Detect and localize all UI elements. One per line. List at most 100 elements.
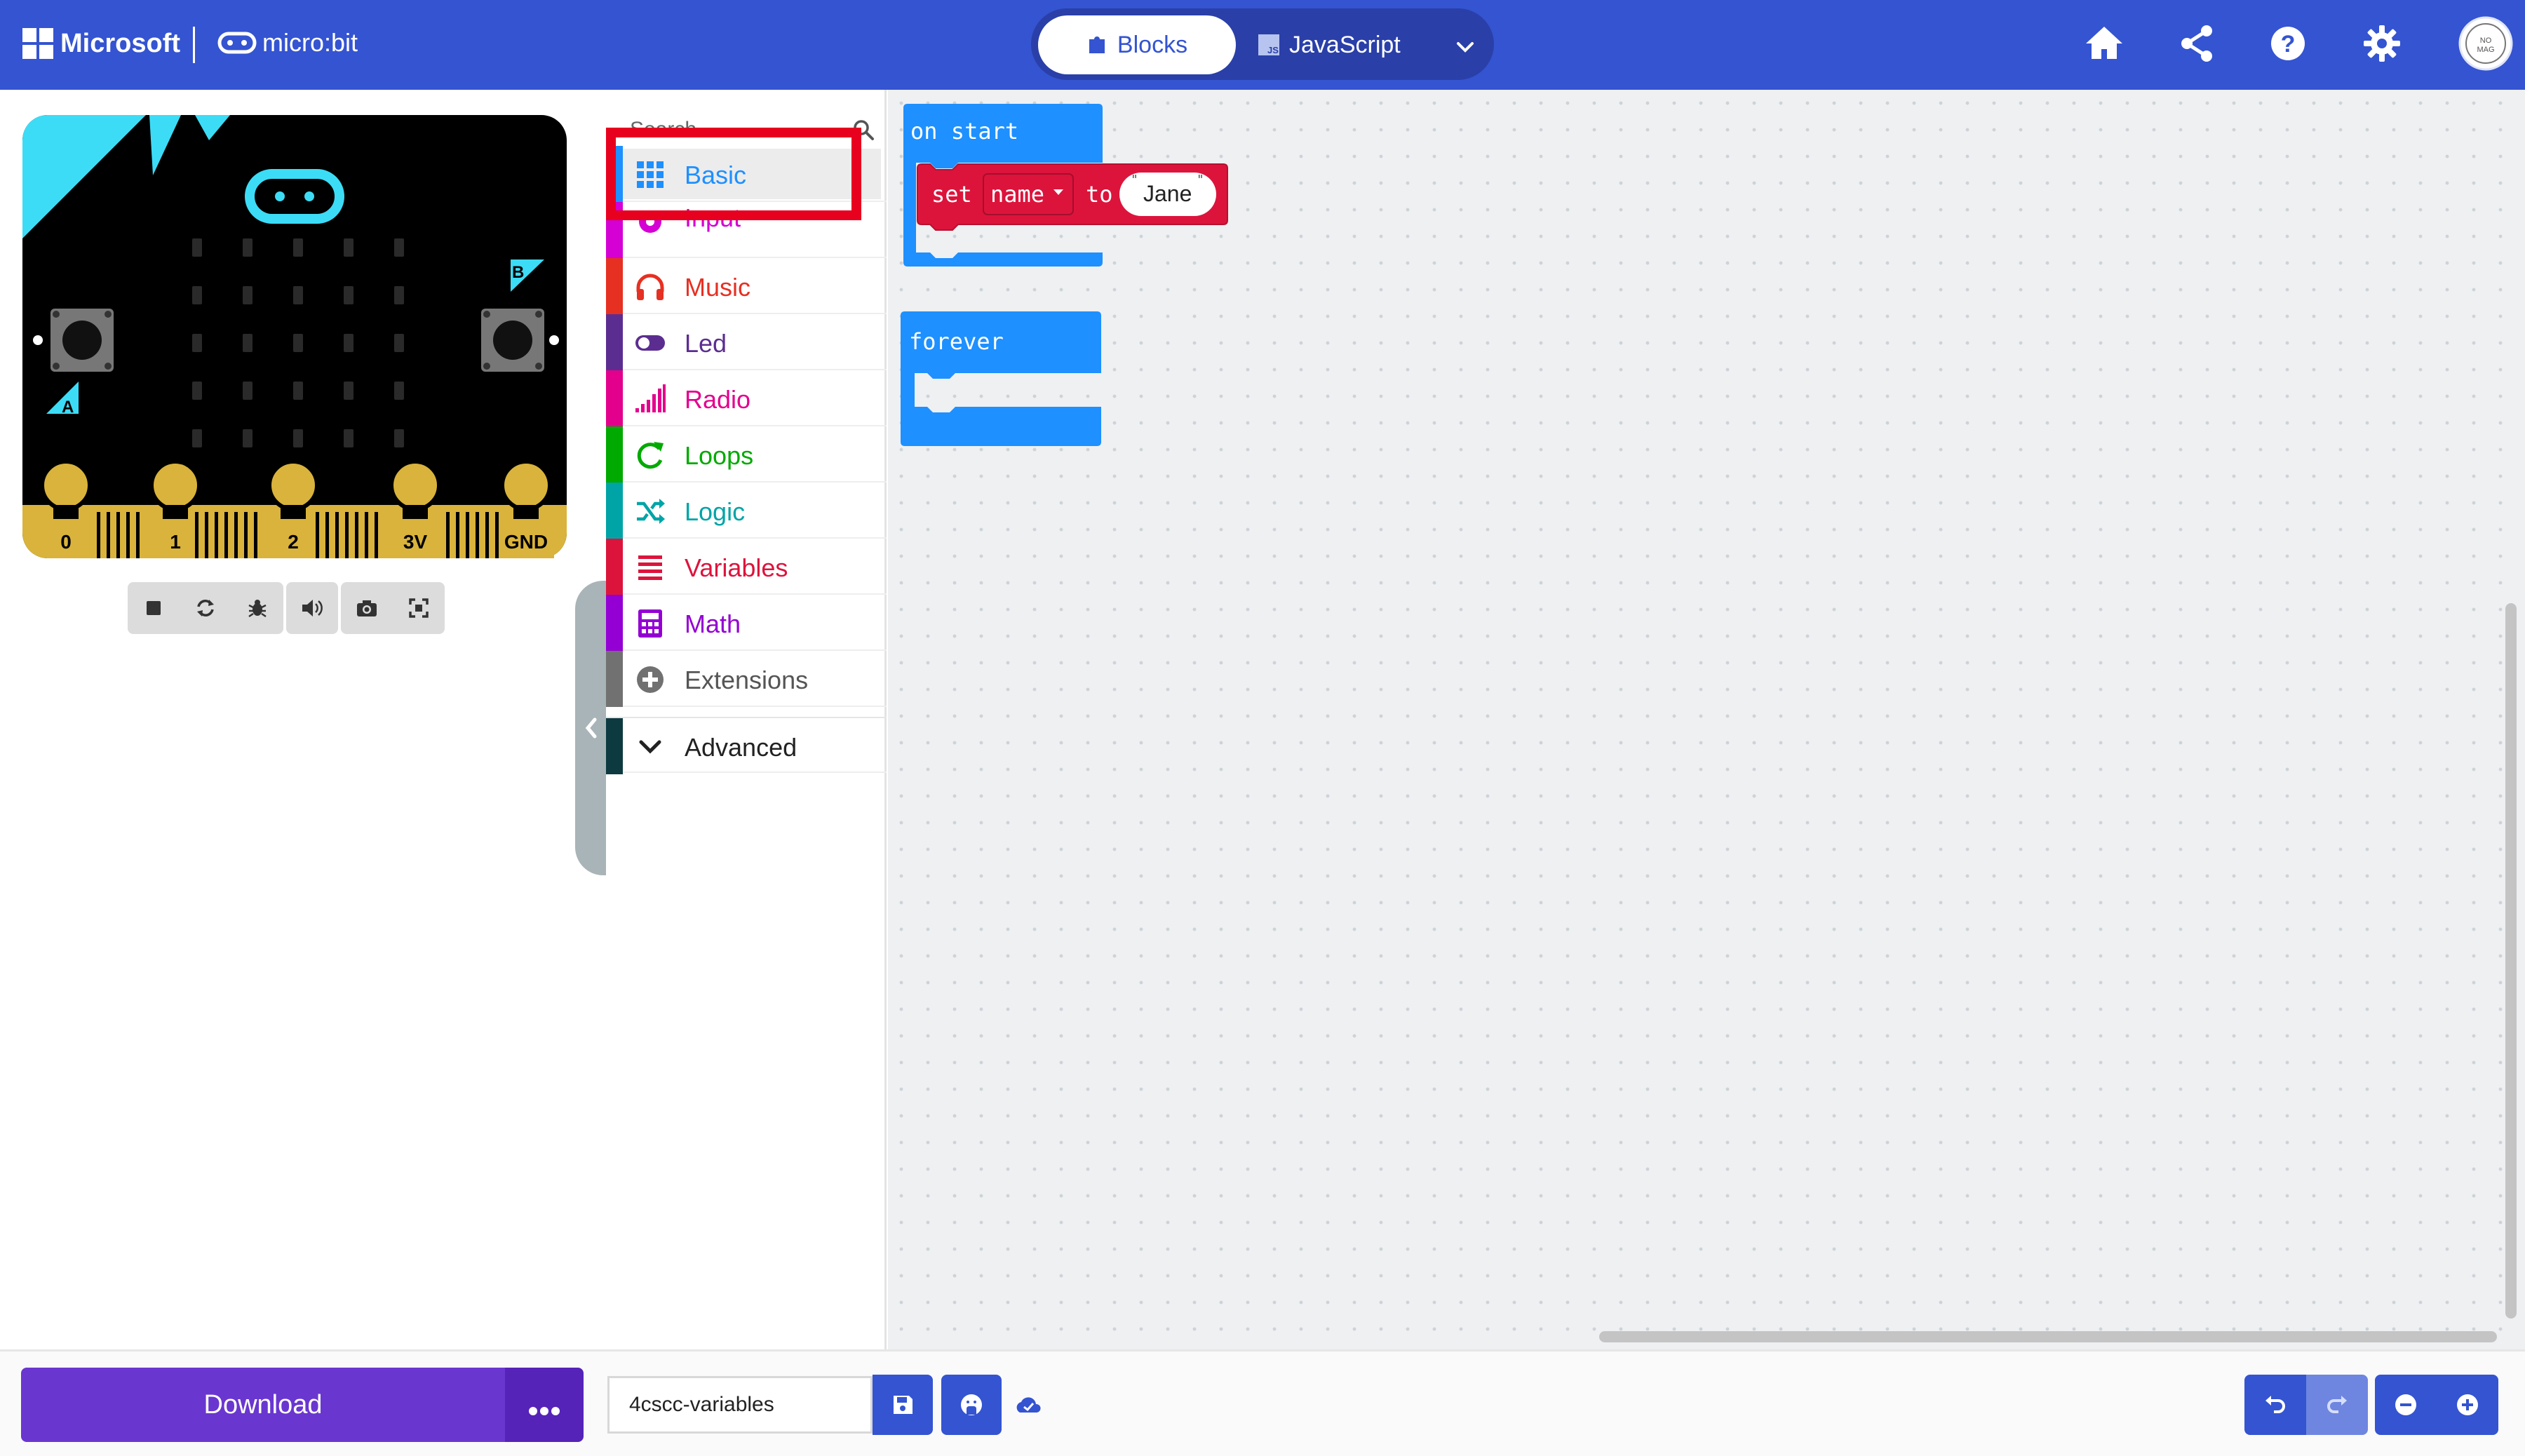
category-radio[interactable]: Radio	[606, 370, 887, 426]
zoom-group	[2375, 1375, 2498, 1435]
microbit-label: micro:bit	[262, 28, 358, 57]
github-icon	[961, 1394, 982, 1415]
svg-text:MAG: MAG	[2477, 46, 2494, 54]
category-led[interactable]: Led	[606, 314, 887, 370]
microsoft-label: Microsoft	[60, 28, 180, 58]
sim-main-controls	[128, 582, 283, 634]
category-label: Music	[685, 273, 751, 302]
sim-sound-group	[286, 582, 338, 634]
headphones-icon	[636, 274, 664, 300]
collapse-simulator-handle[interactable]	[575, 581, 607, 875]
microbit-logo-icon	[217, 32, 257, 54]
download-button[interactable]: Download	[21, 1368, 505, 1442]
shuffle-icon	[637, 499, 665, 524]
cloud-icon[interactable]	[1013, 1390, 1044, 1421]
zoom-out-button[interactable]	[2375, 1375, 2437, 1435]
zoom-in-icon	[2457, 1394, 2478, 1415]
to-label: to	[1086, 181, 1113, 208]
settings-icon[interactable]	[2359, 21, 2404, 66]
simulator-toolbar	[128, 582, 447, 634]
download-label: Download	[203, 1389, 323, 1420]
download-more-button[interactable]	[505, 1368, 584, 1442]
pin-gnd-label: GND	[504, 531, 548, 553]
signal-bars-icon	[635, 384, 666, 412]
avatar[interactable]: NO MAG	[2458, 15, 2514, 72]
app-header: Microsoft micro:bit Blocks JS JavaScript	[0, 0, 2525, 90]
header-divider	[193, 27, 195, 63]
stop-icon	[147, 601, 161, 615]
string-value[interactable]: Jane	[1143, 181, 1192, 207]
screenshot-button[interactable]	[341, 582, 393, 634]
undo-redo-group	[2244, 1375, 2368, 1435]
js-icon: JS	[1258, 34, 1279, 55]
pin-3v-label: 3V	[403, 531, 428, 553]
redo-button[interactable]	[2306, 1375, 2368, 1435]
fullscreen-icon	[409, 598, 429, 618]
workspace-horizontal-scrollbar[interactable]	[1599, 1331, 2497, 1342]
tab-javascript-label: JavaScript	[1289, 31, 1401, 58]
microbit-simulator[interactable]: A B 0 1 2 3V GND	[20, 112, 571, 561]
sound-icon	[302, 600, 323, 616]
toggle-icon	[635, 335, 665, 351]
fullscreen-button[interactable]	[393, 582, 445, 634]
chevron-left-icon	[585, 717, 597, 739]
category-label: Led	[685, 329, 727, 358]
screenshot-icon	[357, 600, 377, 616]
category-extensions[interactable]: Extensions	[606, 651, 887, 707]
category-label: Radio	[685, 385, 751, 414]
forever-label: forever	[909, 328, 1004, 355]
plus-circle-icon	[637, 666, 664, 693]
pin-2-label: 2	[288, 531, 299, 553]
workspace-vertical-scrollbar[interactable]	[2505, 603, 2517, 1319]
stop-button[interactable]	[128, 582, 180, 634]
save-icon	[894, 1396, 913, 1414]
category-logic[interactable]: Logic	[606, 483, 887, 539]
lines-icon	[638, 555, 662, 580]
debug-button[interactable]	[231, 582, 283, 634]
button-a-label: A	[62, 398, 74, 417]
tab-javascript[interactable]: JS JavaScript	[1258, 15, 1441, 74]
variable-name[interactable]: name	[990, 181, 1044, 208]
category-loops[interactable]: Loops	[606, 426, 887, 483]
category-label: Math	[685, 609, 741, 638]
editor-mode-switch: Blocks JS JavaScript	[1031, 8, 1494, 80]
set-label: set	[931, 181, 972, 208]
microbit-logo[interactable]: micro:bit	[217, 28, 358, 58]
undo-button[interactable]	[2244, 1375, 2306, 1435]
button-b-label: B	[512, 263, 524, 282]
help-icon[interactable]: ?	[2265, 21, 2310, 66]
svg-text:": "	[1197, 173, 1204, 187]
github-button[interactable]	[941, 1375, 1002, 1435]
zoom-out-icon	[2395, 1394, 2416, 1415]
category-label: Variables	[685, 553, 788, 582]
sound-button[interactable]	[286, 582, 338, 634]
windows-logo-icon	[22, 28, 53, 59]
blocks-workspace[interactable]: " " on start set name to Jane forever	[888, 90, 2525, 1349]
category-label: Advanced	[685, 733, 797, 762]
svg-text:NO: NO	[2480, 36, 2492, 45]
svg-text:JS: JS	[1267, 45, 1279, 55]
category-music[interactable]: Music	[606, 258, 887, 314]
save-button[interactable]	[873, 1375, 933, 1435]
project-name-input[interactable]	[607, 1376, 873, 1434]
toolbox: Search... Basic Input Music Led Radio Lo…	[606, 90, 887, 1349]
pin-0-label: 0	[60, 531, 72, 553]
calculator-icon	[638, 609, 662, 638]
restart-icon	[197, 600, 214, 616]
microsoft-logo[interactable]: Microsoft	[22, 28, 180, 59]
zoom-in-button[interactable]	[2437, 1375, 2498, 1435]
debug-icon	[248, 600, 267, 618]
tab-blocks[interactable]: Blocks	[1038, 15, 1236, 74]
chevron-down-icon[interactable]	[1448, 29, 1483, 65]
category-advanced[interactable]: Advanced	[606, 717, 887, 774]
svg-text:": "	[1131, 173, 1138, 187]
category-math[interactable]: Math	[606, 595, 887, 651]
category-label: Logic	[685, 497, 746, 526]
share-icon[interactable]	[2174, 21, 2219, 66]
button-a	[50, 309, 114, 372]
tab-blocks-label: Blocks	[1117, 31, 1188, 58]
home-icon[interactable]	[2082, 21, 2127, 66]
category-variables[interactable]: Variables	[606, 539, 887, 595]
restart-button[interactable]	[180, 582, 231, 634]
highlight-annotation-box	[606, 128, 861, 220]
